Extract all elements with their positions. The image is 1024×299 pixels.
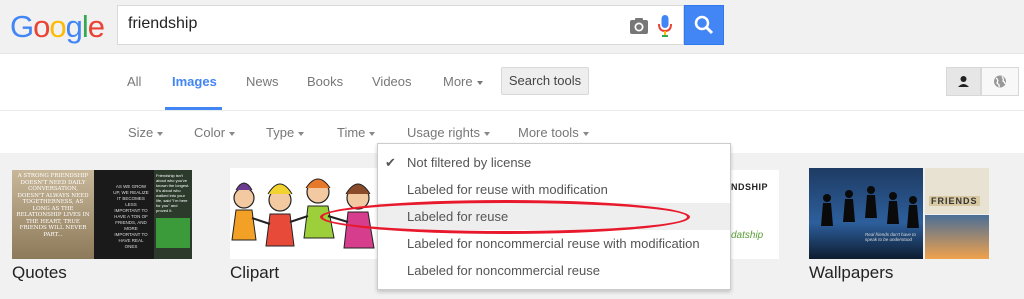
logo-letter: e — [87, 9, 105, 44]
category-label-quotes[interactable]: Quotes — [12, 263, 67, 283]
globe-icon — [994, 75, 1006, 88]
checkmark-icon: ✔ — [385, 155, 396, 170]
search-button[interactable] — [684, 5, 724, 45]
chevron-down-icon — [582, 131, 589, 136]
menu-item-reuse-with-modification[interactable]: Labeled for reuse with modification — [378, 176, 730, 203]
chevron-down-icon — [483, 131, 490, 136]
chevron-down-icon — [369, 131, 376, 136]
wallpaper-image[interactable] — [925, 215, 989, 259]
category-label-wallpapers[interactable]: Wallpapers — [809, 263, 893, 283]
tab-books[interactable]: Books — [307, 74, 343, 89]
search-icon — [694, 15, 714, 35]
camera-icon[interactable] — [628, 15, 650, 37]
tool-type[interactable]: Type — [266, 125, 305, 140]
tool-time-label: Time — [337, 125, 366, 140]
search-tabs-bar: All Images News Books Videos More Search… — [0, 55, 1024, 111]
tool-type-label: Type — [266, 125, 295, 140]
tab-more-label: More — [443, 74, 473, 89]
category-wallpapers[interactable]: Real friends don't have to speak to be u… — [809, 168, 989, 259]
category-clipart[interactable] — [230, 168, 378, 259]
tool-more-tools[interactable]: More tools — [518, 125, 589, 140]
usage-rights-menu: ✔ Not filtered by license Labeled for re… — [377, 143, 731, 290]
menu-item-label: Labeled for reuse — [407, 209, 509, 224]
global-results-toggle[interactable] — [981, 67, 1019, 96]
logo-letter: o — [33, 9, 50, 44]
category-friendship[interactable]: NDSHIP datship — [729, 170, 779, 259]
tool-usage-rights[interactable]: Usage rights — [407, 125, 490, 140]
search-query[interactable]: friendship — [128, 15, 197, 33]
menu-item-label: Labeled for reuse with modification — [407, 182, 608, 197]
category-quotes[interactable]: A STRONG FRIENDSHIP DOESN'T NEED DAILY C… — [12, 170, 192, 259]
logo-letter: o — [49, 9, 66, 44]
category-label-clipart[interactable]: Clipart — [230, 263, 279, 283]
quote-image[interactable]: AS WE GROW UP, WE REALIZE IT BECOMES LES… — [94, 170, 154, 259]
tab-images[interactable]: Images — [172, 74, 217, 89]
quote-text: Friendship isn't about who you've known … — [156, 173, 190, 213]
quote-image[interactable]: Friendship isn't about who you've known … — [154, 170, 192, 259]
logo-letter: G — [10, 9, 34, 44]
tool-more-tools-label: More tools — [518, 125, 579, 140]
private-results-toggle[interactable] — [946, 67, 981, 96]
friendship-text: datship — [731, 230, 764, 241]
quote-image[interactable]: A STRONG FRIENDSHIP DOESN'T NEED DAILY C… — [12, 170, 94, 259]
active-tab-indicator — [165, 107, 222, 110]
search-tools-button[interactable]: Search tools — [501, 67, 589, 95]
tool-size[interactable]: Size — [128, 125, 164, 140]
chevron-down-icon — [157, 131, 164, 136]
tool-color[interactable]: Color — [194, 125, 236, 140]
tool-time[interactable]: Time — [337, 125, 376, 140]
menu-item-not-filtered[interactable]: ✔ Not filtered by license — [378, 149, 730, 176]
wallpaper-image[interactable]: Real friends don't have to speak to be u… — [809, 168, 923, 259]
chevron-down-icon — [229, 131, 236, 136]
wallpaper-caption: Real friends don't have to speak to be u… — [865, 232, 916, 242]
clipart-image — [231, 178, 375, 249]
quote-image-panel — [156, 218, 190, 248]
friendship-text: NDSHIP — [731, 182, 769, 192]
tool-usage-rights-label: Usage rights — [407, 125, 480, 140]
quote-text: AS WE GROW UP, WE REALIZE IT BECOMES LES… — [113, 184, 149, 249]
menu-item-label: Labeled for noncommercial reuse with mod… — [407, 236, 700, 251]
menu-item-label: Not filtered by license — [407, 155, 532, 170]
search-input[interactable]: friendship — [117, 5, 684, 45]
quote-text: A STRONG FRIENDSHIP DOESN'T NEED DAILY C… — [16, 173, 90, 238]
google-logo[interactable]: Google — [10, 9, 105, 45]
menu-item-label: Labeled for noncommercial reuse — [407, 263, 600, 278]
person-icon — [958, 76, 969, 87]
logo-letter: g — [65, 9, 83, 44]
menu-item-noncommercial-reuse-with-modification[interactable]: Labeled for noncommercial reuse with mod… — [378, 230, 730, 257]
tool-color-label: Color — [194, 125, 226, 140]
tiles-word: FRIENDS — [929, 196, 980, 206]
chevron-down-icon — [298, 131, 305, 136]
chevron-down-icon — [476, 80, 483, 85]
menu-item-reuse[interactable]: Labeled for reuse — [378, 203, 730, 230]
tab-videos[interactable]: Videos — [372, 74, 412, 89]
tool-size-label: Size — [128, 125, 154, 140]
top-bar: Google friendship — [0, 0, 1024, 54]
wallpaper-image[interactable]: FRIENDS — [925, 168, 989, 214]
tab-more[interactable]: More — [443, 74, 483, 89]
microphone-icon[interactable] — [656, 14, 674, 38]
tab-all[interactable]: All — [127, 74, 141, 89]
menu-item-noncommercial-reuse[interactable]: Labeled for noncommercial reuse — [378, 257, 730, 284]
wallpaper-silhouettes — [821, 186, 919, 228]
tab-news[interactable]: News — [246, 74, 279, 89]
